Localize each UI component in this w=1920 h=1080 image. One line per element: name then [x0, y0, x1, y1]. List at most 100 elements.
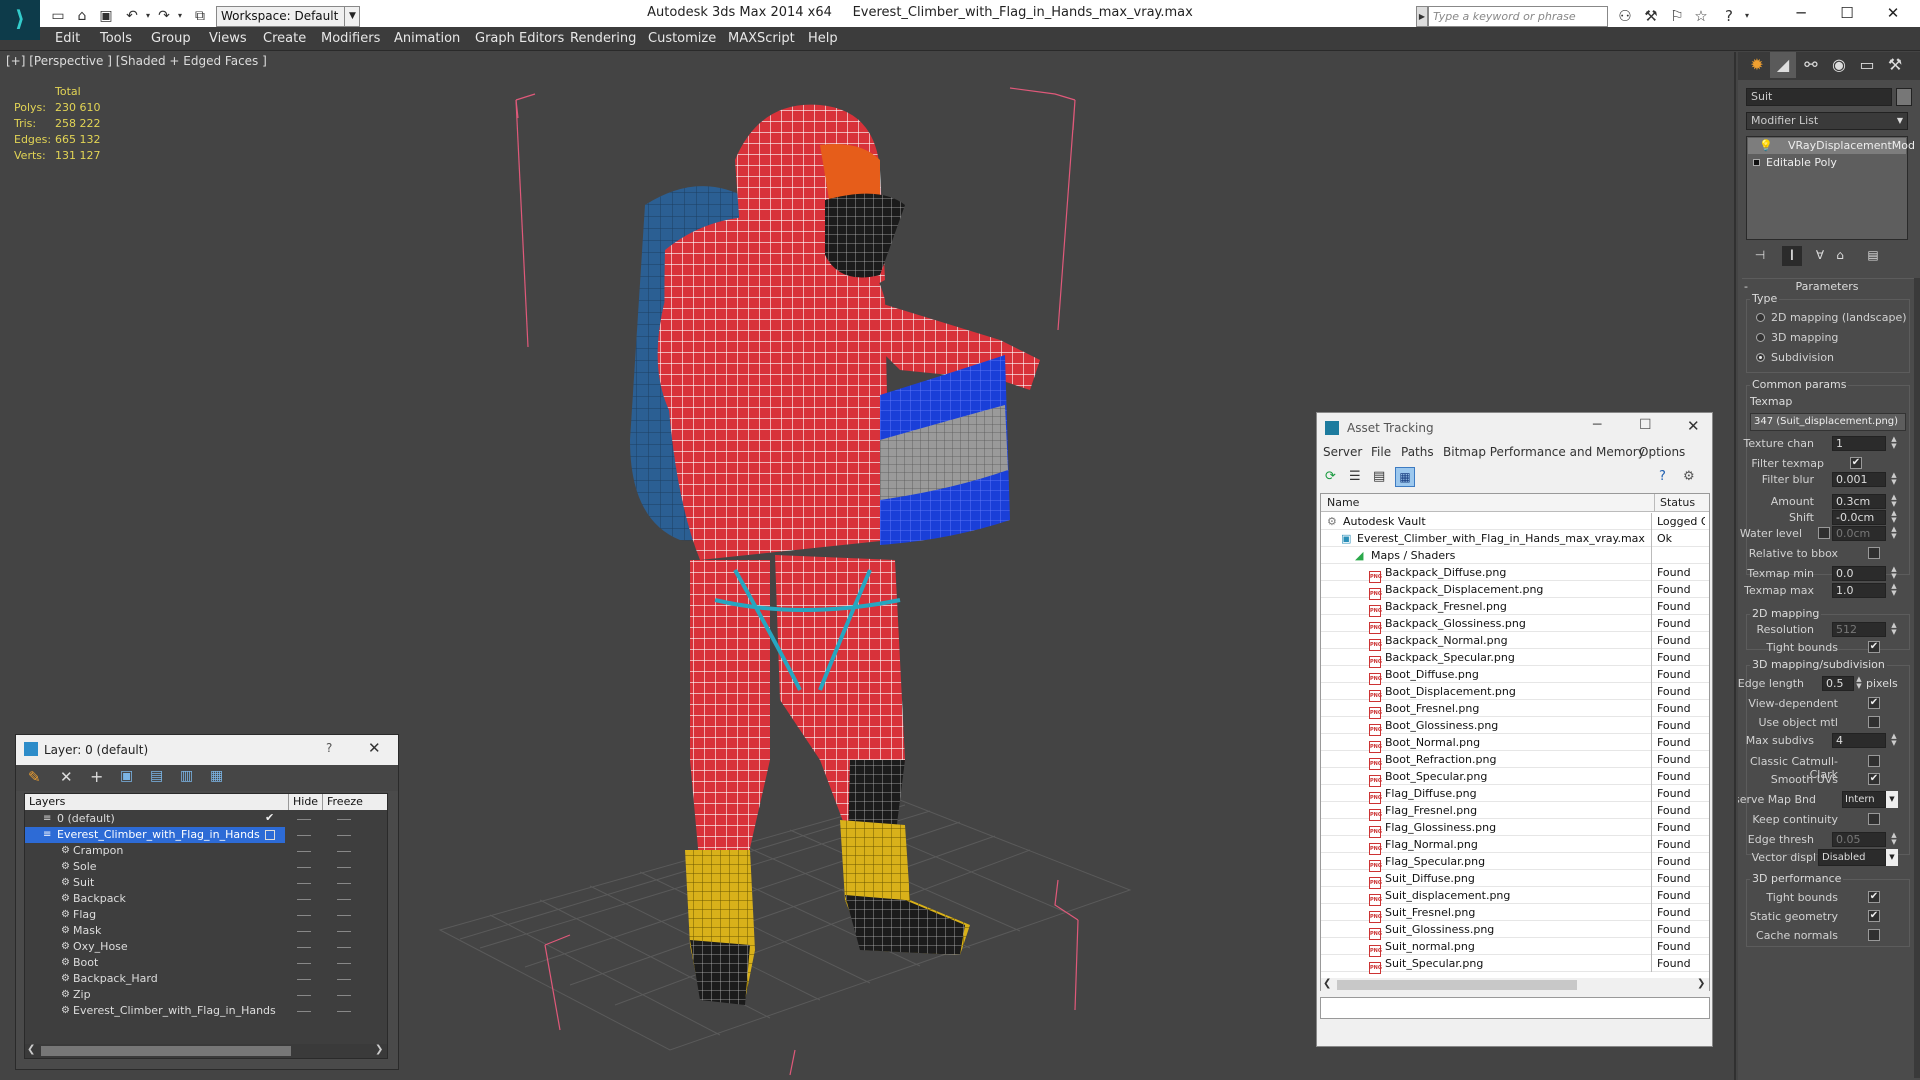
hide-toggle[interactable]: [297, 867, 311, 868]
layer-object-row[interactable]: ⚙ Sole: [25, 859, 285, 875]
display-tab-icon[interactable]: ▭: [1854, 52, 1880, 78]
water-level-checkbox[interactable]: [1818, 527, 1830, 539]
spinner-icon[interactable]: ▲ ▼: [1890, 472, 1898, 487]
scroll-left-icon[interactable]: ❮: [1323, 978, 1331, 989]
keep-continuity-checkbox[interactable]: [1868, 813, 1880, 825]
perf-tight-bounds-checkbox[interactable]: ✔: [1868, 891, 1880, 903]
spinner-icon[interactable]: ▲ ▼: [1890, 510, 1898, 525]
asset-menu-bitmap[interactable]: Bitmap Performance and Memory: [1443, 445, 1645, 459]
menu-group[interactable]: Group: [151, 27, 191, 51]
lightbulb-icon[interactable]: 💡: [1759, 139, 1773, 152]
texmap-max-input[interactable]: 1.0: [1832, 583, 1886, 598]
communication-icon[interactable]: ⚐: [1666, 6, 1688, 26]
search-input[interactable]: Type a keyword or phrase: [1428, 6, 1608, 27]
motion-tab-icon[interactable]: ◉: [1826, 52, 1852, 78]
hide-all-icon[interactable]: ▥: [180, 768, 193, 784]
texmap-button[interactable]: 347 (Suit_displacement.png): [1750, 413, 1906, 431]
hide-toggle[interactable]: [297, 835, 311, 836]
modify-tab-icon[interactable]: ◢: [1770, 52, 1796, 78]
configure-modifier-sets-icon[interactable]: ▤: [1864, 248, 1882, 264]
catmull-clark-checkbox[interactable]: [1868, 755, 1880, 767]
freeze-toggle[interactable]: [337, 931, 351, 932]
settings-icon[interactable]: ⚙: [1683, 469, 1695, 484]
spinner-icon[interactable]: ▲ ▼: [1890, 622, 1898, 637]
app-logo-icon[interactable]: ⟩: [0, 0, 40, 40]
asset-row[interactable]: PNG Boot_Refraction.png Found: [1321, 751, 1709, 770]
col-hide[interactable]: Hide: [288, 794, 320, 810]
edge-length-input[interactable]: 0.5: [1822, 676, 1854, 691]
asset-hscrollbar[interactable]: ❮ ❯: [1321, 978, 1709, 992]
resolution-input[interactable]: 512: [1832, 622, 1886, 637]
select-objects-icon[interactable]: ▣: [120, 768, 133, 784]
maximize-icon[interactable]: ☐: [1639, 417, 1652, 433]
col-name[interactable]: Name: [1327, 494, 1359, 512]
chevron-down-icon[interactable]: ▼: [1886, 791, 1898, 808]
scroll-thumb[interactable]: [41, 1046, 291, 1056]
oxygen-mask-mesh[interactable]: [825, 193, 905, 278]
asset-row[interactable]: PNG Boot_Diffuse.png Found: [1321, 666, 1709, 685]
menu-help[interactable]: Help: [808, 27, 838, 51]
spinner-icon[interactable]: ▲ ▼: [1890, 832, 1898, 847]
make-unique-icon[interactable]: ∀: [1812, 248, 1828, 264]
smooth-uvs-checkbox[interactable]: ✔: [1868, 773, 1880, 785]
table-view-icon[interactable]: ▦: [1395, 467, 1415, 487]
scroll-right-icon[interactable]: ❯: [1697, 978, 1705, 989]
freeze-toggle[interactable]: [337, 899, 351, 900]
object-color-swatch[interactable]: [1896, 88, 1912, 106]
max-subdivs-input[interactable]: 4: [1832, 733, 1886, 748]
layer-object-row[interactable]: ⚙ Mask: [25, 923, 285, 939]
tight-bounds-checkbox[interactable]: ✔: [1868, 641, 1880, 653]
preserve-map-bnd-dropdown[interactable]: Intern: [1842, 791, 1886, 808]
freeze-toggle[interactable]: [337, 995, 351, 996]
hide-toggle[interactable]: [297, 851, 311, 852]
help-button[interactable]: ?: [326, 741, 332, 755]
layer-row[interactable]: ≡ Everest_Climber_with_Flag_in_Hands: [25, 827, 285, 843]
chevron-down-icon[interactable]: ▼: [1886, 849, 1898, 866]
chevron-down-icon[interactable]: ▼: [1893, 113, 1907, 129]
freeze-toggle[interactable]: [337, 947, 351, 948]
redo-dropdown-icon[interactable]: ▾: [170, 6, 190, 26]
right-crampon-mesh[interactable]: [845, 895, 965, 955]
col-layers[interactable]: Layers: [29, 794, 65, 810]
asset-row[interactable]: PNG Flag_Specular.png Found: [1321, 853, 1709, 872]
hide-toggle[interactable]: [297, 947, 311, 948]
close-icon[interactable]: ✕: [1870, 0, 1916, 26]
shift-input[interactable]: -0.0cm: [1832, 510, 1886, 525]
pin-stack-icon[interactable]: ⊣: [1752, 248, 1768, 264]
asset-row[interactable]: PNG Suit_normal.png Found: [1321, 938, 1709, 957]
help-icon[interactable]: ?: [1659, 469, 1666, 484]
texmap-min-input[interactable]: 0.0: [1832, 566, 1886, 581]
modifier-list-dropdown[interactable]: Modifier List: [1746, 112, 1908, 130]
minimize-icon[interactable]: ─: [1593, 417, 1601, 433]
amount-input[interactable]: 0.3cm: [1832, 494, 1886, 509]
menu-maxscript[interactable]: MAXScript: [728, 27, 795, 51]
scroll-thumb[interactable]: [1337, 980, 1577, 990]
asset-row[interactable]: ▣ Everest_Climber_with_Flag_in_Hands_max_…: [1321, 530, 1709, 547]
hide-toggle[interactable]: [297, 819, 311, 820]
radio-3d-mapping[interactable]: 3D mapping: [1756, 331, 1838, 344]
close-icon[interactable]: ✕: [1687, 417, 1700, 435]
asset-row[interactable]: PNG Backpack_Fresnel.png Found: [1321, 598, 1709, 617]
subscription-icon[interactable]: ⚒: [1640, 6, 1662, 26]
hide-toggle[interactable]: [297, 995, 311, 996]
layer-object-row[interactable]: ⚙ Backpack_Hard: [25, 971, 285, 987]
object-name-field[interactable]: Suit: [1746, 88, 1892, 106]
asset-row[interactable]: PNG Flag_Fresnel.png Found: [1321, 802, 1709, 821]
spinner-icon[interactable]: ▲ ▼: [1890, 494, 1898, 509]
scroll-left-icon[interactable]: ❮: [27, 1044, 35, 1055]
menu-edit[interactable]: Edit: [55, 27, 80, 51]
freeze-toggle[interactable]: [337, 835, 351, 836]
current-layer-check-icon[interactable]: ✔: [265, 811, 274, 824]
workspace-dropdown[interactable]: Workspace: Default: [216, 6, 360, 27]
relative-bbox-checkbox[interactable]: [1868, 547, 1880, 559]
highlight-layer-icon[interactable]: ▤: [150, 768, 163, 784]
cache-normals-checkbox[interactable]: [1868, 929, 1880, 941]
hide-toggle[interactable]: [297, 915, 311, 916]
hide-toggle[interactable]: [297, 1011, 311, 1012]
menu-rendering[interactable]: Rendering: [570, 27, 636, 51]
utilities-tab-icon[interactable]: ⚒: [1882, 52, 1908, 78]
spinner-icon[interactable]: ▲ ▼: [1890, 566, 1898, 581]
refresh-icon[interactable]: ⟳: [1325, 469, 1336, 484]
view-dependent-checkbox[interactable]: ✔: [1868, 697, 1880, 709]
set-current-checkbox[interactable]: [265, 830, 275, 840]
